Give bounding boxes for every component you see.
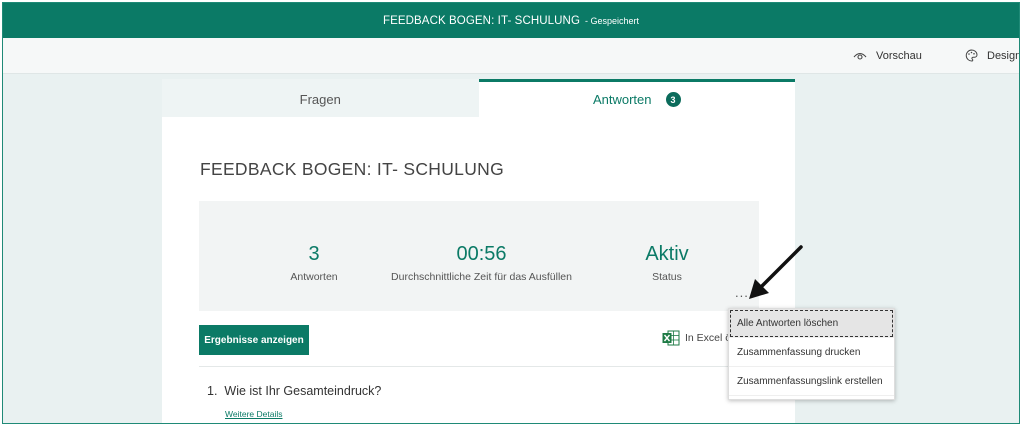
question-number: 1.: [207, 384, 218, 398]
stat-average-time: 00:56 Durchschnittliche Zeit für das Aus…: [374, 243, 589, 283]
preview-label: Vorschau: [876, 49, 922, 62]
tab-responses[interactable]: Antworten 3: [478, 79, 795, 117]
preview-button[interactable]: Vorschau: [853, 38, 922, 73]
stat-label: Antworten: [290, 271, 338, 283]
excel-icon: [662, 330, 680, 346]
save-status: - Gespeichert: [585, 15, 640, 26]
question-text: Wie ist Ihr Gesamteindruck?: [224, 384, 382, 398]
stat-value: Aktiv: [645, 243, 689, 265]
stat-value: 3: [308, 243, 320, 265]
design-label: Design: [987, 49, 1020, 62]
app-window: FEEDBACK BOGEN: IT- SCHULUNG - Gespeiche…: [2, 2, 1020, 424]
stat-label: Durchschnittliche Zeit für das Ausfüllen: [391, 271, 572, 283]
menu-item-create-summary-link[interactable]: Zusammenfassungslink erstellen: [729, 367, 894, 396]
annotation-arrow-icon: [749, 245, 803, 299]
responses-count-badge: 3: [665, 92, 681, 107]
form-title: FEEDBACK BOGEN: IT- SCHULUNG: [200, 159, 505, 179]
stat-status: Aktiv Status: [612, 243, 722, 283]
responses-card: Fragen Antworten 3 FEEDBACK BOGEN: IT- S…: [162, 79, 795, 423]
menu-item-print-summary[interactable]: Zusammenfassung drucken: [729, 338, 894, 367]
more-details-link[interactable]: Weitere Details: [225, 409, 282, 419]
excel-label: In Excel öffnen: [685, 332, 732, 344]
menu-item-delete-all-responses[interactable]: Alle Antworten löschen: [729, 309, 894, 338]
question-item: 1. Wie ist Ihr Gesamteindruck?: [207, 384, 381, 398]
stat-value: 00:56: [456, 243, 507, 265]
stats-panel: 3 Antworten 00:56 Durchschnittliche Zeit…: [199, 201, 759, 311]
stat-label: Status: [652, 271, 682, 283]
tab-questions[interactable]: Fragen: [162, 79, 479, 117]
divider: [199, 366, 759, 367]
eye-icon: [853, 52, 867, 60]
more-options-menu: Alle Antworten löschen Zusammenfassung d…: [728, 308, 895, 400]
form-name: FEEDBACK BOGEN: IT- SCHULUNG: [382, 14, 581, 27]
tab-bar: Fragen Antworten 3: [162, 79, 795, 117]
title-bar: FEEDBACK BOGEN: IT- SCHULUNG - Gespeiche…: [3, 3, 1019, 38]
view-results-button[interactable]: Ergebnisse anzeigen: [199, 325, 309, 355]
tab-responses-label: Antworten: [592, 92, 652, 107]
design-button[interactable]: Design: [965, 38, 1020, 73]
stat-responses: 3 Antworten: [259, 243, 369, 283]
toolbar: Vorschau Design: [3, 38, 1019, 74]
tab-questions-label: Fragen: [299, 92, 341, 107]
palette-icon: [965, 49, 978, 62]
open-in-excel-button[interactable]: In Excel öffnen: [662, 330, 732, 346]
